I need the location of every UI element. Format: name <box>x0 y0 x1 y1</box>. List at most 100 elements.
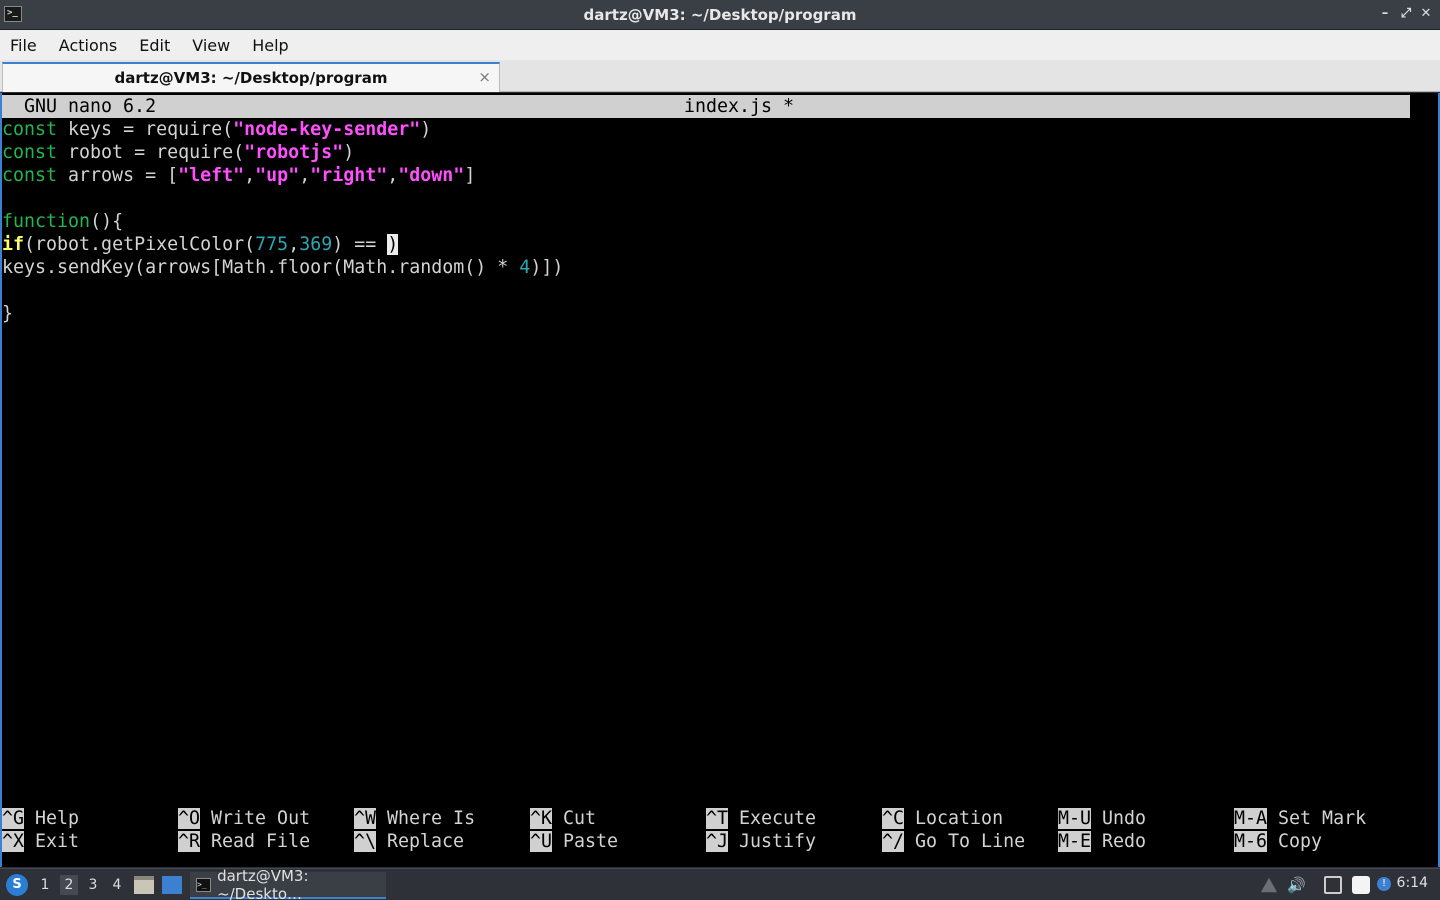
shortcut-item: M-E Redo <box>1058 830 1146 853</box>
shortcut-key: ^T <box>706 808 729 829</box>
code-line[interactable]: const keys = require("node-key-sender") <box>2 118 1402 141</box>
tab-terminal[interactable]: dartz@VM3: ~/Desktop/program × <box>2 62 500 92</box>
taskbar-terminal-button[interactable]: >_ dartz@VM3: ~/Deskto… <box>190 867 386 900</box>
terminal-view[interactable]: GNU nano 6.2 index.js * const keys = req… <box>0 93 1440 867</box>
shortcut-item: M-U Undo <box>1058 807 1146 830</box>
shortcut-key: ^K <box>530 808 553 829</box>
shortcut-key: ^O <box>178 808 201 829</box>
shortcut-key: ^/ <box>882 831 905 852</box>
clipboard-icon[interactable] <box>1352 876 1370 894</box>
shortcut-label: Help <box>24 808 80 829</box>
shortcut-key: ^G <box>2 808 25 829</box>
code-token: "up" <box>255 165 300 186</box>
notification-icon[interactable]: ! <box>1377 877 1391 891</box>
shortcut-item: ^T Execute <box>706 807 816 830</box>
code-token: ] <box>464 165 476 186</box>
shortcut-label: Replace <box>376 831 465 852</box>
shortcut-item: ^G Help <box>2 807 79 830</box>
shortcut-item: ^C Location <box>882 807 1003 830</box>
desktop-1[interactable]: 1 <box>36 875 54 895</box>
code-token: ) == <box>332 234 388 255</box>
desktop-4[interactable]: 4 <box>108 875 126 895</box>
terminal-app-icon[interactable]: >_ <box>4 6 22 22</box>
volume-icon[interactable]: 🔊 <box>1287 876 1306 894</box>
shortcut-label: Cut <box>552 808 597 829</box>
window-title: dartz@VM3: ~/Desktop/program <box>583 5 857 24</box>
code-token: "down" <box>398 165 465 186</box>
code-token: (robot.getPixelColor( <box>24 234 256 255</box>
shortcut-key: ^U <box>530 831 553 852</box>
code-line[interactable]: } <box>2 302 1402 325</box>
shortcut-key: ^J <box>706 831 729 852</box>
tray-up-arrow-icon[interactable] <box>1260 877 1278 893</box>
code-token: 4 <box>519 257 531 278</box>
shortcut-label: Go To Line <box>904 831 1026 852</box>
shortcut-key: ^R <box>178 831 201 852</box>
shortcut-item: ^O Write Out <box>178 807 310 830</box>
close-icon[interactable]: ✕ <box>1417 4 1435 24</box>
shortcut-label: Read File <box>200 831 311 852</box>
shortcut-item: ^U Paste <box>530 830 618 853</box>
shortcut-label: Exit <box>24 831 80 852</box>
code-token: robot = require( <box>57 142 245 163</box>
shortcut-item: ^\ Replace <box>354 830 464 853</box>
code-token: keys = require( <box>57 119 234 140</box>
shortcut-key: ^C <box>882 808 905 829</box>
shortcut-key: ^\ <box>354 831 377 852</box>
code-token: , <box>244 165 256 186</box>
code-line[interactable]: const arrows = ["left","up","right","dow… <box>2 164 1402 187</box>
taskbar-task-label: dartz@VM3: ~/Deskto… <box>217 866 309 900</box>
code-token: } <box>2 303 14 324</box>
code-line[interactable] <box>2 187 1402 210</box>
shortcut-key: M-6 <box>1234 831 1268 852</box>
menu-edit[interactable]: Edit <box>139 36 170 55</box>
code-token: ) <box>420 119 432 140</box>
terminal-scrollbar[interactable] <box>1412 95 1438 865</box>
menu-actions[interactable]: Actions <box>59 36 117 55</box>
network-icon[interactable] <box>1324 876 1342 894</box>
menu-view[interactable]: View <box>192 36 230 55</box>
code-token: arrows = [ <box>57 165 179 186</box>
tab-close-icon[interactable]: × <box>478 68 491 86</box>
shortcut-key: ^W <box>354 808 377 829</box>
shortcut-item: ^/ Go To Line <box>882 830 1025 853</box>
shortcut-item: M-A Set Mark <box>1234 807 1366 830</box>
code-token: 775 <box>255 234 289 255</box>
shortcut-item: ^K Cut <box>530 807 596 830</box>
code-token: const <box>2 119 58 140</box>
desktop-3[interactable]: 3 <box>84 875 102 895</box>
shortcut-label: Justify <box>728 831 817 852</box>
code-line[interactable]: keys.sendKey(arrows[Math.floor(Math.rand… <box>2 256 1402 279</box>
menu-file[interactable]: File <box>10 36 37 55</box>
code-token: , <box>288 234 300 255</box>
shortcut-key: M-U <box>1058 808 1092 829</box>
code-line[interactable]: if(robot.getPixelColor(775,369) == ) <box>2 233 1402 256</box>
taskbar: S 1 2 3 4 >_ dartz@VM3: ~/Deskto… 🔊 ! 6:… <box>0 867 1440 900</box>
code-token: if <box>2 234 25 255</box>
code-token: keys.sendKey(arrows[Math.floor(Math.rand… <box>2 257 520 278</box>
file-manager-icon[interactable] <box>134 876 154 894</box>
shortcut-item: M-6 Copy <box>1234 830 1322 853</box>
shortcut-item: ^X Exit <box>2 830 79 853</box>
minimize-icon[interactable]: – <box>1376 4 1394 24</box>
shortcut-item: ^W Where Is <box>354 807 475 830</box>
tab-bar: dartz@VM3: ~/Desktop/program × <box>0 60 1440 92</box>
start-menu-icon[interactable]: S <box>6 874 28 896</box>
code-line[interactable] <box>2 279 1402 302</box>
show-desktop-icon[interactable] <box>162 876 182 894</box>
code-token: function <box>2 211 91 232</box>
code-editor[interactable]: const keys = require("node-key-sender") c… <box>2 118 1402 325</box>
code-line[interactable]: function(){ <box>2 210 1402 233</box>
menu-bar: File Actions Edit View Help <box>0 30 1440 60</box>
code-line[interactable]: const robot = require("robotjs") <box>2 141 1402 164</box>
text-cursor: ) <box>387 234 399 255</box>
desktop-2[interactable]: 2 <box>60 875 78 895</box>
shortcut-label: Set Mark <box>1267 808 1367 829</box>
menu-help[interactable]: Help <box>252 36 288 55</box>
window-titlebar: >_ dartz@VM3: ~/Desktop/program – ⤢ ✕ <box>0 0 1440 30</box>
code-token: "node-key-sender" <box>233 119 421 140</box>
shortcut-label: Paste <box>552 831 619 852</box>
code-token: 369 <box>299 234 333 255</box>
restore-icon[interactable]: ⤢ <box>1397 4 1415 24</box>
code-token: , <box>299 165 311 186</box>
